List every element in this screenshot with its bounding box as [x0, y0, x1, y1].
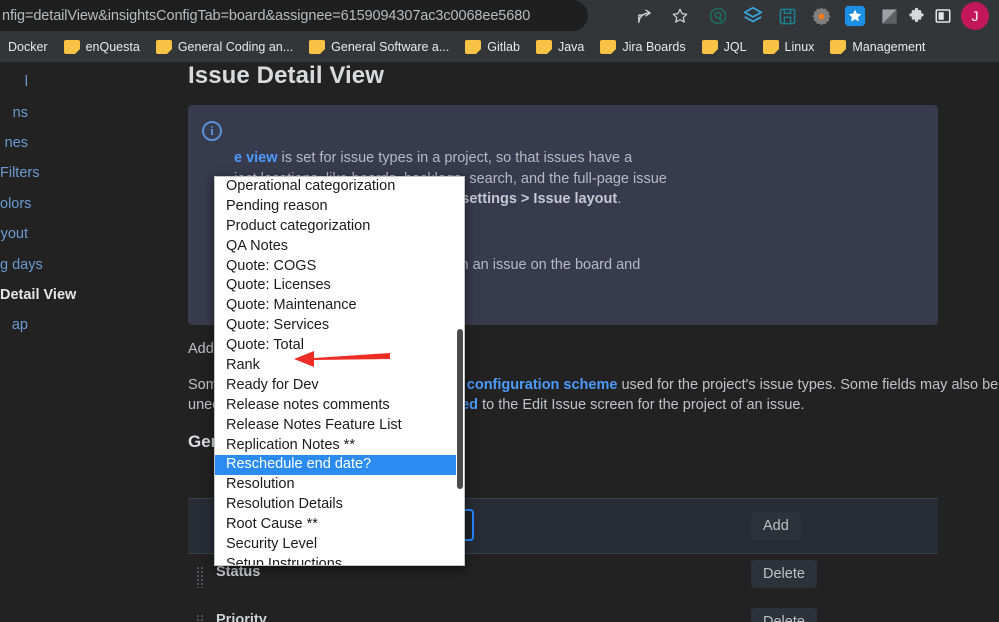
dropdown-option[interactable]: Quote: Maintenance — [215, 296, 458, 316]
folder-icon — [762, 39, 779, 54]
table-row: Priority Delete — [188, 602, 938, 622]
omnibox-row: nfig=detailView&insightsConfigTab=board&… — [0, 0, 999, 31]
sidebar-nav: l ns nes Filters olors yout g days Detai… — [0, 62, 180, 622]
page-content: l ns nes Filters olors yout g days Detai… — [0, 62, 999, 622]
bookmark-item[interactable]: Java — [529, 35, 591, 59]
dropdown-option[interactable]: Ready for Dev — [215, 376, 458, 396]
field-label-status: Status — [216, 564, 261, 580]
sidebar-item-1[interactable]: ns — [0, 105, 180, 121]
extension-icon-1[interactable] — [705, 3, 731, 29]
bookmark-item[interactable]: JQL — [695, 35, 754, 59]
sidebar-item-8[interactable]: ap — [0, 317, 180, 333]
side-panel-icon[interactable] — [930, 3, 956, 29]
extension-puzzle-icon[interactable] — [903, 3, 929, 29]
dropdown-scrollbar-thumb[interactable] — [457, 329, 463, 489]
sidebar-item-5[interactable]: yout — [0, 226, 180, 242]
info-text-3c: . — [617, 191, 622, 207]
sidebar-item-2[interactable]: nes — [0, 135, 180, 151]
dropdown-option[interactable]: Quote: Services — [215, 316, 458, 336]
dropdown-option[interactable]: Quote: Licenses — [215, 276, 458, 296]
extension-icon-gradient[interactable] — [876, 3, 902, 29]
extension-icon-gear[interactable] — [808, 3, 834, 29]
address-bar-url: nfig=detailView&insightsConfigTab=board&… — [2, 7, 531, 24]
folder-icon — [465, 39, 482, 54]
bookmark-item[interactable]: Gitlab — [458, 35, 527, 59]
profile-avatar[interactable]: J — [961, 2, 989, 30]
dropdown-option[interactable]: Release Notes Feature List — [215, 416, 458, 436]
dropdown-option-selected[interactable]: Reschedule end date? — [215, 455, 458, 476]
address-bar[interactable]: nfig=detailView&insightsConfigTab=board&… — [0, 0, 588, 31]
bookmark-item[interactable]: Management — [823, 35, 932, 59]
bookmark-label: enQuesta — [85, 39, 140, 54]
bookmark-item[interactable]: Linux — [756, 35, 822, 59]
bookmark-item[interactable]: enQuesta — [57, 35, 147, 59]
bookmark-label: Gitlab — [487, 39, 520, 54]
dropdown-option[interactable]: Product categorization — [215, 217, 458, 237]
bookmark-star-icon[interactable] — [668, 4, 692, 28]
body-2-rest: used for the project's issue types. Some… — [617, 377, 999, 393]
extension-icon-layers[interactable] — [740, 3, 766, 29]
drag-handle-icon[interactable] — [196, 614, 204, 622]
dropdown-option[interactable]: Root Cause ** — [215, 515, 458, 535]
dropdown-option[interactable]: Resolution Details — [215, 495, 458, 515]
share-icon[interactable] — [632, 4, 656, 28]
dropdown-option[interactable]: QA Notes — [215, 237, 458, 257]
bookmark-label: General Software a... — [331, 39, 450, 54]
page-title: Issue Detail View — [188, 62, 385, 89]
info-icon: i — [202, 121, 222, 141]
folder-icon — [830, 39, 847, 54]
dropdown-option[interactable]: Pending reason — [215, 197, 458, 217]
bookmark-label: General Coding an... — [177, 39, 294, 54]
dropdown-option[interactable]: Setup Instructions — [215, 555, 458, 565]
red-pointer-arrow — [292, 349, 390, 369]
dropdown-option[interactable]: Release notes comments — [215, 396, 458, 416]
bookmark-label: Linux — [784, 39, 815, 54]
folder-icon — [600, 39, 617, 54]
bookmark-item[interactable]: Docker — [0, 35, 55, 59]
delete-button-priority[interactable]: Delete — [751, 608, 817, 622]
bookmark-label: JQL — [723, 39, 747, 54]
bookmark-item[interactable]: General Coding an... — [149, 35, 300, 59]
extension-icon-save[interactable] — [774, 3, 800, 29]
bookmark-label: Jira Boards — [622, 39, 686, 54]
sidebar-item-0[interactable]: l — [0, 74, 180, 90]
folder-icon — [155, 39, 172, 54]
browser-chrome: nfig=detailView&insightsConfigTab=board&… — [0, 0, 999, 62]
info-text-1: is set for issue types in a project, so … — [277, 150, 633, 166]
bookmark-label: Java — [557, 39, 585, 54]
sidebar-item-issue-detail-view[interactable]: Detail View — [0, 287, 180, 303]
bookmark-item[interactable]: Jira Boards — [593, 35, 692, 59]
dropdown-option[interactable]: Replication Notes ** — [215, 436, 458, 456]
delete-button-status[interactable]: Delete — [751, 560, 817, 588]
info-link-new-issue-view[interactable]: e view — [234, 150, 278, 166]
folder-icon — [535, 39, 552, 54]
dropdown-option[interactable]: Operational categorization — [215, 177, 458, 197]
field-label-priority: Priority — [216, 612, 267, 622]
dropdown-option[interactable]: Security Level — [215, 535, 458, 555]
dropdown-option[interactable]: Resolution — [215, 475, 458, 495]
dropdown-scrollbar[interactable] — [456, 177, 464, 565]
extension-icon-star-badge[interactable] — [842, 3, 868, 29]
folder-icon — [63, 39, 80, 54]
bookmark-label: Docker — [8, 39, 48, 54]
folder-icon — [701, 39, 718, 54]
dropdown-option-list: Operational categorization Pending reaso… — [215, 177, 458, 565]
folder-icon — [309, 39, 326, 54]
dropdown-option[interactable]: Quote: COGS — [215, 257, 458, 277]
bookmarks-bar: Docker enQuesta General Coding an... Gen… — [0, 31, 999, 62]
sidebar-item-4[interactable]: olors — [0, 196, 180, 212]
sidebar-item-6[interactable]: g days — [0, 257, 180, 273]
drag-handle-icon[interactable] — [196, 566, 204, 588]
bookmark-label: Management — [852, 39, 926, 54]
field-select-dropdown[interactable]: Operational categorization Pending reaso… — [214, 176, 465, 566]
body-3-rest: to the Edit Issue screen for the project… — [478, 397, 805, 413]
link-field-configuration-scheme[interactable]: d configuration scheme — [454, 377, 618, 393]
add-button[interactable]: Add — [751, 512, 801, 540]
bookmark-item[interactable]: General Software a... — [302, 35, 456, 59]
sidebar-item-3[interactable]: Filters — [0, 165, 180, 181]
